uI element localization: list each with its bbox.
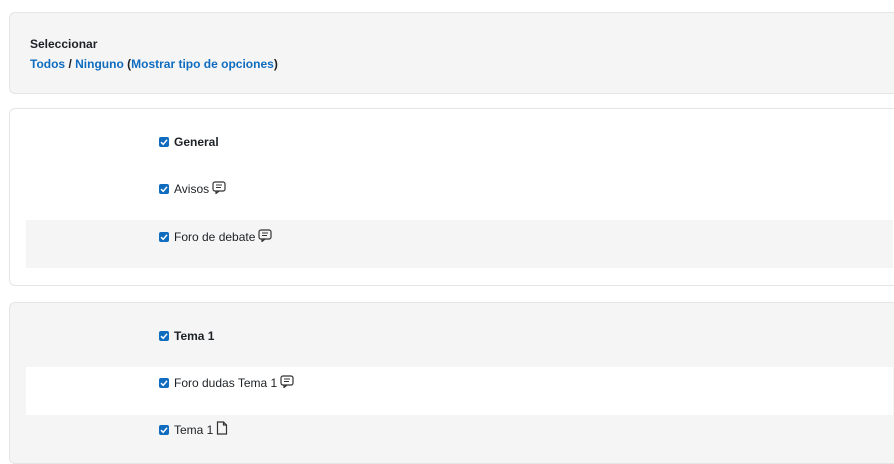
select-links: Todos / Ninguno (Mostrar tipo de opcione…: [30, 57, 278, 71]
select-all-link[interactable]: Todos: [30, 57, 65, 71]
checkbox-checked-icon[interactable]: [159, 424, 169, 435]
checkbox-checked-icon[interactable]: [159, 137, 169, 147]
select-none-link[interactable]: Ninguno: [75, 57, 124, 71]
item-checkbox-avisos[interactable]: Avisos: [159, 181, 226, 197]
item-checkbox-foro-debate[interactable]: Foro de debate: [159, 229, 273, 245]
item-label: Foro dudas Tema 1: [174, 376, 278, 390]
section-tema-1: Tema 1 Foro dudas Tema 1 Tema 1: [9, 302, 894, 464]
item-checkbox-foro-dudas[interactable]: Foro dudas Tema 1: [159, 375, 294, 391]
item-label: Tema 1: [174, 422, 214, 437]
forum-icon: [212, 181, 226, 197]
section-checkbox-general[interactable]: General: [159, 135, 219, 149]
item-label: Avisos: [174, 182, 210, 196]
file-icon: [216, 421, 228, 438]
checkbox-checked-icon[interactable]: [159, 378, 169, 388]
checkbox-checked-icon[interactable]: [159, 184, 169, 194]
selection-panel: Seleccionar Todos / Ninguno (Mostrar tip…: [9, 12, 894, 94]
checkbox-checked-icon[interactable]: [159, 331, 169, 341]
close-paren: ): [273, 57, 278, 71]
list-item: Foro dudas Tema 1: [26, 367, 893, 415]
item-label: Foro de debate: [174, 230, 256, 244]
separator-text: /: [65, 57, 76, 71]
show-options-link[interactable]: Mostrar tipo de opciones: [131, 57, 274, 71]
section-checkbox-tema-1[interactable]: Tema 1: [159, 329, 214, 343]
section-title: Tema 1: [174, 329, 215, 343]
section-general: General Avisos Foro de debate: [9, 108, 894, 286]
forum-icon: [258, 229, 273, 245]
section-header-row: Tema 1: [26, 315, 893, 355]
forum-icon: [280, 375, 294, 391]
list-item: Foro de debate: [26, 220, 893, 268]
item-checkbox-tema-1-file[interactable]: Tema 1: [159, 421, 228, 438]
checkbox-checked-icon[interactable]: [159, 232, 169, 242]
section-title: General: [174, 135, 219, 149]
list-item: Avisos: [26, 169, 893, 217]
select-label: Seleccionar: [30, 37, 98, 51]
list-item: Tema 1: [26, 415, 893, 463]
section-header-row: General: [26, 121, 893, 161]
